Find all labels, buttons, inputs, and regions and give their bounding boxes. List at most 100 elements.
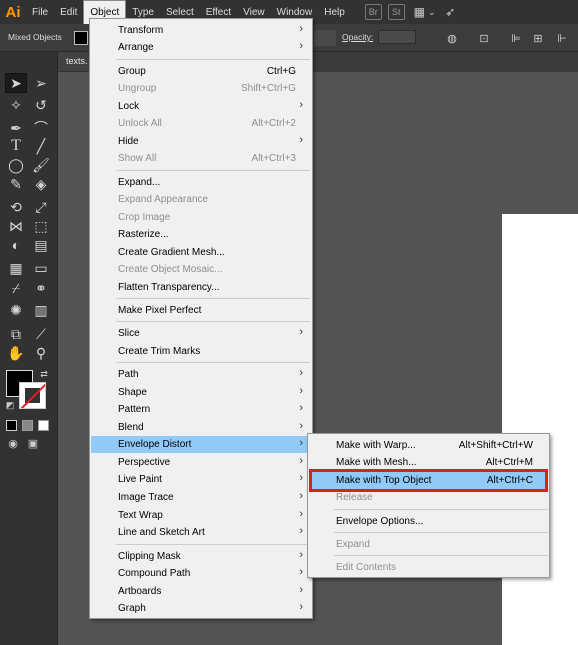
stroke-style-dropdown[interactable]	[314, 30, 336, 46]
blend-tool-icon[interactable]: ⚭	[30, 278, 52, 298]
menu-item-path[interactable]: Path ›	[91, 366, 311, 383]
none-mode-icon[interactable]	[38, 420, 49, 431]
magic-wand-icon[interactable]: ✧	[5, 95, 27, 115]
stroke-color-box[interactable]	[19, 382, 46, 409]
swap-colors-icon[interactable]: ⇄	[39, 369, 49, 379]
artboard-tool-icon[interactable]: ⧉	[5, 324, 27, 344]
menu-item-arrange[interactable]: Arrange ›	[91, 39, 311, 56]
ellipse-tool-icon[interactable]: ◯	[5, 155, 27, 175]
drawing-mode-icon[interactable]: ◉	[8, 438, 18, 450]
lasso-icon[interactable]: ↺	[30, 95, 52, 115]
submenu-arrow-icon: ›	[299, 23, 303, 35]
submenu-arrow-icon: ›	[299, 549, 303, 561]
menu-item-clipping-mask[interactable]: Clipping Mask ›	[91, 548, 311, 565]
menu-item-blend[interactable]: Blend ›	[91, 419, 311, 436]
gradient-tool-icon[interactable]: ▭	[30, 258, 52, 278]
menu-item-label: Slice	[118, 328, 140, 339]
menu-item-artboards[interactable]: Artboards ›	[91, 583, 311, 600]
menu-item-compound-path[interactable]: Compound Path ›	[91, 565, 311, 582]
width-tool-icon[interactable]: ⋈	[5, 216, 27, 236]
menu-file[interactable]: File	[26, 0, 54, 24]
menu-help[interactable]: Help	[318, 0, 351, 24]
gradient-mode-icon[interactable]	[22, 420, 33, 431]
bridge-icon[interactable]: Br	[364, 4, 382, 20]
menu-item-graph[interactable]: Graph ›	[91, 600, 311, 617]
menu-item-live-paint[interactable]: Live Paint ›	[91, 471, 311, 488]
free-transform-icon[interactable]: ⬚	[30, 216, 52, 236]
direct-selection-tool-icon[interactable]: ➢	[30, 73, 52, 93]
menu-item-hide[interactable]: Hide ›	[91, 133, 311, 150]
eraser-icon[interactable]: ◈	[30, 174, 52, 194]
shape-builder-icon[interactable]: ◐	[5, 235, 27, 255]
color-mode-icon[interactable]	[6, 420, 17, 431]
line-tool-icon[interactable]: ╱	[30, 136, 52, 156]
menu-item-lock[interactable]: Lock ›	[91, 98, 311, 115]
menu-item-envelope-options[interactable]: Envelope Options...	[309, 513, 548, 530]
type-tool-icon[interactable]: T	[5, 136, 27, 156]
align-right-icon[interactable]: ⊩	[554, 30, 570, 46]
curvature-tool-icon[interactable]: ⌒	[30, 118, 52, 138]
menu-item-label: Text Wrap	[118, 510, 163, 521]
menu-item-group[interactable]: Group Ctrl+G	[91, 63, 311, 80]
screen-mode-icon[interactable]: ▣	[28, 438, 38, 450]
opacity-field[interactable]	[378, 30, 416, 44]
workspace-grid-icon[interactable]: ▦	[411, 4, 428, 20]
menu-item-expand[interactable]: Expand...	[91, 174, 311, 191]
slice-tool-icon[interactable]: ⟋	[30, 324, 52, 344]
menu-divider	[116, 170, 310, 171]
menu-item-create-object-mosaic[interactable]: Create Object Mosaic...	[91, 261, 311, 278]
menu-item-release[interactable]: Release	[309, 489, 548, 506]
menu-item-make-pixel-perfect[interactable]: Make Pixel Perfect	[91, 302, 311, 319]
menu-item-edit-contents[interactable]: Edit Contents	[309, 559, 548, 576]
stock-icon[interactable]: St	[387, 4, 405, 20]
selection-tool-icon[interactable]: ➤	[5, 73, 27, 93]
rotate-tool-icon[interactable]: ⟲	[5, 197, 27, 217]
document-tab[interactable]: texts.	[58, 52, 90, 72]
menu-item-rasterize[interactable]: Rasterize...	[91, 226, 311, 243]
menu-item-unlock-all[interactable]: Unlock All Alt+Ctrl+2	[91, 115, 311, 132]
menu-item-expand-appearance[interactable]: Expand Appearance	[91, 191, 311, 208]
shaper-tool-icon[interactable]: ✎	[5, 174, 27, 194]
menu-item-line-and-sketch-art[interactable]: Line and Sketch Art ›	[91, 524, 311, 541]
gpu-rocket-icon[interactable]: ➶	[442, 4, 459, 20]
menu-item-shape[interactable]: Shape ›	[91, 384, 311, 401]
menu-item-create-trim-marks[interactable]: Create Trim Marks	[91, 343, 311, 360]
pen-tool-icon[interactable]: ✒	[5, 118, 27, 138]
graph-tool-icon[interactable]: ▥	[30, 300, 52, 320]
menu-item-text-wrap[interactable]: Text Wrap ›	[91, 507, 311, 524]
chevron-down-icon[interactable]: ⌄	[428, 4, 436, 20]
menu-item-envelope-distort[interactable]: Envelope Distort ›	[91, 436, 311, 453]
menu-item-expand[interactable]: Expand	[309, 536, 548, 553]
zoom-tool-icon[interactable]: ⚲	[30, 343, 52, 363]
symbol-sprayer-icon[interactable]: ✺	[5, 300, 27, 320]
menu-item-show-all[interactable]: Show All Alt+Ctrl+3	[91, 150, 311, 167]
hand-tool-icon[interactable]: ✋	[5, 343, 27, 363]
fill-swatch[interactable]	[74, 31, 88, 45]
menu-item-transform[interactable]: Transform ›	[91, 22, 311, 39]
menu-item-make-with-mesh[interactable]: Make with Mesh... Alt+Ctrl+M	[309, 454, 548, 471]
eyedropper-icon[interactable]: ⌿	[5, 278, 27, 298]
mesh-tool-icon[interactable]: ▦	[5, 258, 27, 278]
scale-tool-icon[interactable]: ⤢	[30, 197, 52, 217]
menu-item-make-with-warp[interactable]: Make with Warp... Alt+Shift+Ctrl+W	[309, 437, 548, 454]
recolor-icon[interactable]: ◍	[444, 30, 460, 46]
default-colors-icon[interactable]: ◩	[5, 400, 15, 410]
menu-item-flatten-transparency[interactable]: Flatten Transparency...	[91, 279, 311, 296]
submenu-arrow-icon: ›	[299, 420, 303, 432]
menu-item-ungroup[interactable]: Ungroup Shift+Ctrl+G	[91, 80, 311, 97]
opacity-label[interactable]: Opacity:	[342, 32, 373, 42]
align-left-icon[interactable]: ⊫	[508, 30, 524, 46]
perspective-grid-icon[interactable]: ▤	[30, 235, 52, 255]
menu-edit[interactable]: Edit	[54, 0, 83, 24]
menu-item-pattern[interactable]: Pattern ›	[91, 401, 311, 418]
paintbrush-icon[interactable]: 🖌	[30, 155, 52, 175]
menu-item-image-trace[interactable]: Image Trace ›	[91, 489, 311, 506]
menu-item-make-with-top-object[interactable]: Make with Top Object Alt+Ctrl+C	[309, 472, 548, 489]
menu-item-perspective[interactable]: Perspective ›	[91, 454, 311, 471]
menu-item-shortcut: Alt+Ctrl+2	[251, 118, 296, 129]
align-center-icon[interactable]: ⊞	[530, 30, 546, 46]
menu-item-crop-image[interactable]: Crop Image	[91, 209, 311, 226]
align-options-icon[interactable]: ⊡	[476, 30, 492, 46]
menu-item-create-gradient-mesh[interactable]: Create Gradient Mesh...	[91, 244, 311, 261]
menu-item-slice[interactable]: Slice ›	[91, 325, 311, 342]
